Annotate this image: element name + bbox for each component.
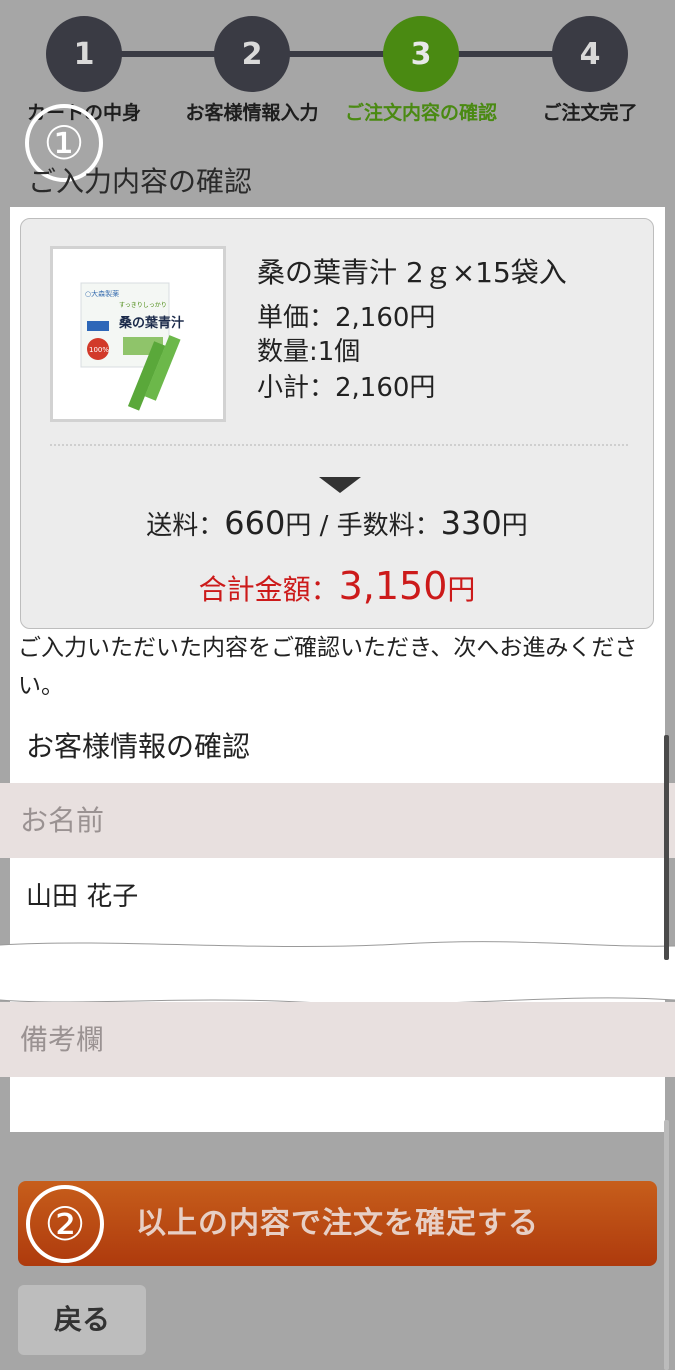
back-button[interactable]: 戻る	[18, 1285, 146, 1355]
arrow-down-icon	[319, 477, 361, 493]
customer-section-title: お客様情報の確認	[26, 730, 251, 763]
handling-label: 手数料：	[336, 511, 441, 541]
product-image-name: 桑の葉青汁	[118, 315, 184, 331]
total-yen: 円	[447, 573, 476, 606]
handling-yen: 円	[501, 511, 528, 541]
fee-line: 送料：660円 / 手数料：330円	[21, 504, 653, 542]
unit-price: 単価：2,160円	[257, 303, 436, 333]
step-2-circle: 2	[214, 16, 290, 92]
scrollbar-thumb[interactable]	[664, 735, 669, 960]
total-label: 合計金額：	[198, 573, 339, 606]
step-4-label: ご注文完了	[542, 102, 638, 124]
product-image-brand: ○大森製薬	[85, 289, 119, 298]
section-title: ご入力内容の確認	[28, 165, 253, 198]
confirm-order-button[interactable]: 以上の内容で注文を確定する	[18, 1181, 657, 1266]
total-value: 3,150	[338, 564, 448, 608]
quantity: 数量:1個	[257, 337, 361, 367]
handling-value: 330	[440, 504, 502, 542]
order-stepper: 1 2 3 4 カートの中身 お客様情報入力 ご注文内容の確認 ご注文完了	[0, 0, 675, 130]
step-3-label: ご注文内容の確認	[344, 102, 497, 124]
shipping-value: 660	[224, 504, 286, 542]
scrollbar-track[interactable]	[664, 1120, 669, 1370]
remarks-field-label: 備考欄	[0, 1002, 675, 1077]
step-4-circle: 4	[552, 16, 628, 92]
annotation-marker-2: ②	[26, 1185, 104, 1263]
step-2-label: お客様情報入力	[185, 102, 319, 124]
product-image-badge: 100%	[89, 346, 109, 354]
dotted-divider	[50, 444, 628, 446]
fee-separator: /	[311, 511, 337, 541]
order-summary-box: ○大森製薬 すっきりしっかり 桑の葉青汁 100% 桑の葉青汁 2ｇ×15袋入 …	[20, 218, 654, 629]
name-field-label: お名前	[0, 783, 675, 858]
step-1-circle: 1	[46, 16, 122, 92]
stepper-line	[84, 51, 590, 57]
shipping-yen: 円	[285, 511, 312, 541]
product-image-catch: すっきりしっかり	[119, 302, 167, 309]
confirmation-note: ご入力いただいた内容をご確認いただき、次へお進みください。	[18, 635, 638, 699]
shipping-label: 送料：	[146, 511, 225, 541]
product-name: 桑の葉青汁 2ｇ×15袋入	[257, 256, 567, 289]
product-package-icon: ○大森製薬 すっきりしっかり 桑の葉青汁 100%	[80, 282, 184, 411]
step-3-circle: 3	[383, 16, 459, 92]
total-line: 合計金額：3,150円	[21, 564, 653, 608]
name-field-value: 山田 花子	[26, 882, 139, 912]
product-image: ○大森製薬 すっきりしっかり 桑の葉青汁 100%	[50, 246, 226, 422]
subtotal: 小計：2,160円	[257, 373, 436, 403]
